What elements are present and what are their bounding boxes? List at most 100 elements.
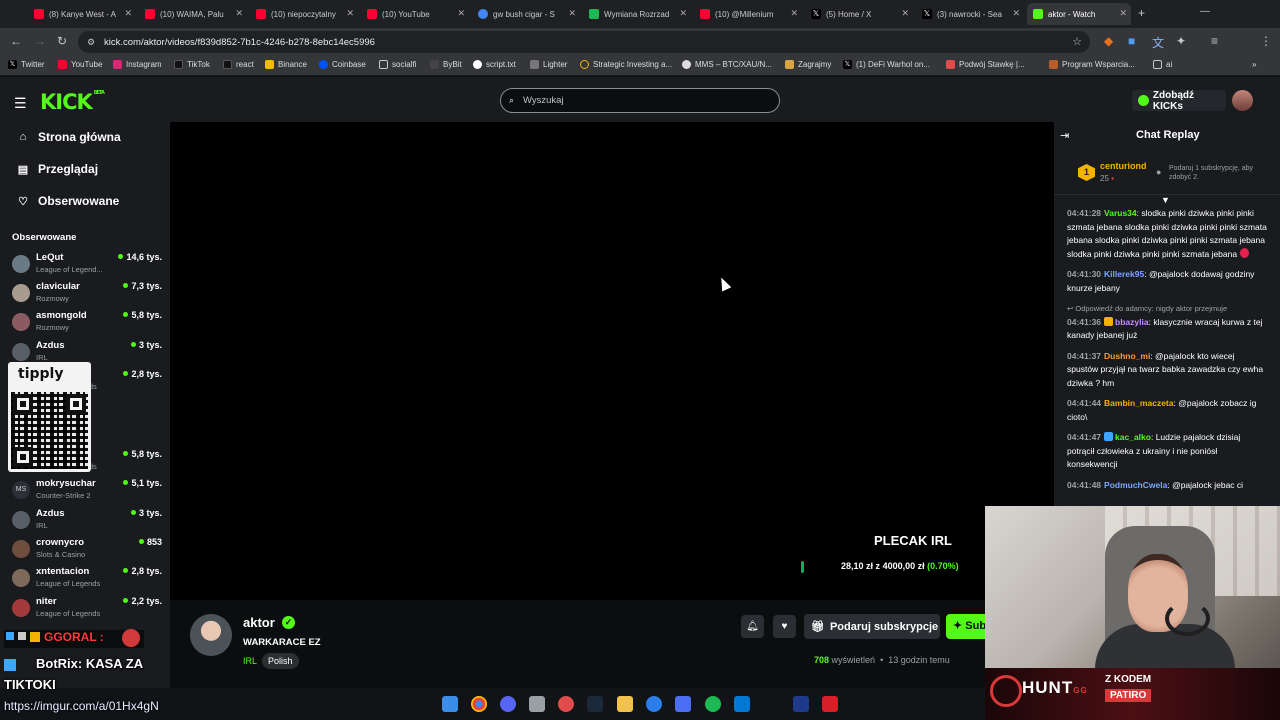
bookmark[interactable]: Podwój Stawkę |... [946, 60, 1025, 69]
new-tab-icon[interactable]: + [1138, 6, 1145, 20]
followed-channel[interactable]: crownycro Slots & Casino 853 [12, 537, 162, 563]
followed-channel[interactable]: xntentacion League of Legends 2,8 tys. [12, 566, 162, 592]
browser-tab-active[interactable]: aktor - Watch ✕ [1027, 3, 1131, 25]
browser-tab[interactable]: gw bush cigar - S ✕ [472, 3, 580, 25]
discord-icon[interactable] [500, 696, 516, 712]
close-icon[interactable]: ✕ [679, 8, 687, 19]
followed-channel[interactable]: asmongold Rozmowy 5,8 tys. [12, 310, 162, 336]
streamer-avatar[interactable] [190, 614, 232, 656]
close-icon[interactable]: ✕ [1119, 8, 1127, 19]
media-icon[interactable]: ≡ [1211, 34, 1218, 48]
bookmark[interactable]: Program Wsparcia... [1049, 60, 1135, 69]
bookmark[interactable]: Strategic Investing a... [580, 60, 672, 69]
followed-channel[interactable]: MS mokrysuchar Counter-Strike 2 5,1 tys. [12, 478, 162, 504]
message-user[interactable]: Killerek95 [1104, 269, 1144, 279]
bookmark-folder[interactable]: ai [1153, 60, 1172, 69]
language-tag[interactable]: Polish [262, 653, 299, 669]
nav-home[interactable]: ⌂ Strona główna [16, 130, 121, 144]
browser-tab[interactable]: 𝕏 (5) Home / X ✕ [805, 3, 913, 25]
app-icon[interactable] [734, 696, 750, 712]
bookmark-folder[interactable]: socialfi [379, 60, 416, 69]
close-icon[interactable]: ✕ [235, 8, 243, 19]
message-user[interactable]: PodmuchCwela [1104, 480, 1167, 490]
bookmark[interactable]: Zagrajmy [785, 60, 831, 69]
site-info-icon[interactable]: ⚙ [87, 37, 95, 48]
bookmark[interactable]: Instagram [113, 60, 162, 69]
bell-icon[interactable]: 🔔︎ [741, 615, 764, 638]
reload-icon[interactable]: ↻ [57, 34, 67, 48]
bookmark[interactable]: Lighter [530, 60, 567, 69]
streamer-name[interactable]: aktor [243, 615, 275, 630]
browser-tab[interactable]: (8) Kanye West - A ✕ [28, 3, 136, 25]
app-icon[interactable] [646, 696, 662, 712]
bookmark[interactable]: MMS – BTC/XAU/N... [682, 60, 772, 69]
chrome-icon[interactable] [471, 696, 487, 712]
bookmark[interactable]: YouTube [58, 60, 102, 69]
close-icon[interactable]: ✕ [457, 8, 465, 19]
bookmark[interactable]: react [223, 60, 254, 69]
browser-tab[interactable]: Wymiana Rozrzad ✕ [583, 3, 691, 25]
followed-channel[interactable]: clavicular Rozmowy 7,3 tys. [12, 281, 162, 307]
bookmark[interactable]: 𝕏 (1) DeFi Warhol on... [843, 60, 930, 69]
video-player[interactable] [170, 122, 1054, 600]
extension-icon[interactable]: ◆ [1104, 34, 1113, 48]
message-user[interactable]: bbazylia [1115, 317, 1149, 327]
browser-tab[interactable]: (10) niepoczytalny ✕ [250, 3, 358, 25]
message-user[interactable]: kac_alko [1115, 432, 1151, 442]
gifter-name[interactable]: centuriond [1100, 161, 1147, 171]
menu-icon[interactable]: ⋮ [1260, 34, 1272, 48]
app-icon[interactable] [675, 696, 691, 712]
followed-channel[interactable]: LeQut League of Legend... 14,6 tys. [12, 252, 162, 278]
browser-tab[interactable]: 𝕏 (3) nawrocki - Sea ✕ [916, 3, 1024, 25]
followed-channel[interactable]: Azdus IRL 3 tys. [12, 508, 162, 534]
hamburger-menu-icon[interactable]: ☰ [14, 95, 27, 112]
app-icon[interactable] [558, 696, 574, 712]
close-icon[interactable]: ✕ [790, 8, 798, 19]
pin-icon[interactable]: ▼ [1161, 195, 1170, 205]
message-user[interactable]: Varus34 [1104, 208, 1137, 218]
forward-icon[interactable]: → [34, 34, 46, 48]
file-explorer-icon[interactable] [617, 696, 633, 712]
stream-category[interactable]: IRL [243, 656, 257, 666]
more-bookmarks-icon[interactable]: » [1252, 60, 1256, 69]
address-bar[interactable]: ⚙ kick.com/aktor/videos/f839d852-7b1c-42… [78, 31, 1090, 53]
browser-tab[interactable]: (10) @Millenium ✕ [694, 3, 802, 25]
windows-start-icon[interactable] [442, 696, 458, 712]
search-input[interactable]: ⌕ Wyszukaj [500, 88, 780, 113]
nav-browse[interactable]: ▤ Przeglądaj [16, 162, 98, 176]
app-icon[interactable] [529, 696, 545, 712]
close-icon[interactable]: ✕ [1012, 8, 1020, 19]
message-user[interactable]: Bambin_maczeta [1104, 398, 1173, 408]
extensions-puzzle-icon[interactable]: ✦ [1176, 34, 1186, 48]
back-icon[interactable]: ← [10, 34, 22, 48]
user-avatar[interactable] [1232, 90, 1253, 111]
steam-icon[interactable] [587, 696, 603, 712]
gift-subs-button[interactable]: 🎁︎ Podaruj subskrypcje [804, 614, 940, 639]
spotify-icon[interactable] [705, 696, 721, 712]
bookmark[interactable]: ByBit [430, 60, 462, 69]
heart-icon[interactable]: ♥ [773, 615, 796, 638]
bookmark[interactable]: TikTok [174, 60, 210, 69]
browser-tab[interactable]: (10) YouTube ✕ [361, 3, 469, 25]
app-icon[interactable] [822, 696, 838, 712]
close-icon[interactable]: ✕ [568, 8, 576, 19]
minimize-icon[interactable]: — [1200, 6, 1210, 17]
close-icon[interactable]: ✕ [346, 8, 354, 19]
collapse-chat-icon[interactable]: ⇥ [1060, 129, 1069, 142]
close-icon[interactable]: ✕ [901, 8, 909, 19]
nav-following[interactable]: ♡ Obserwowane [16, 194, 119, 208]
get-kicks-button[interactable]: Zdobądź KICKs [1132, 90, 1226, 112]
bookmark[interactable]: script.txt [473, 60, 516, 69]
translate-icon[interactable]: 文 [1152, 34, 1164, 51]
kick-logo[interactable]: KICK BETA [40, 90, 105, 114]
app-icon[interactable] [793, 696, 809, 712]
star-icon[interactable]: ☆ [1072, 35, 1082, 48]
bookmark[interactable]: Binance [265, 60, 307, 69]
extension-icon[interactable]: ■ [1128, 34, 1135, 48]
followed-channel[interactable]: niter League of Legends 2,2 tys. [12, 596, 162, 622]
browser-tab[interactable]: (10) WAIMA, Palu ✕ [139, 3, 247, 25]
bookmark[interactable]: Coinbase [319, 60, 366, 69]
subscribe-button[interactable]: ✦ Subskrybuj [946, 614, 986, 639]
message-user[interactable]: Dushno_mi [1104, 351, 1150, 361]
bookmark[interactable]: 𝕏 Twitter [8, 60, 45, 69]
